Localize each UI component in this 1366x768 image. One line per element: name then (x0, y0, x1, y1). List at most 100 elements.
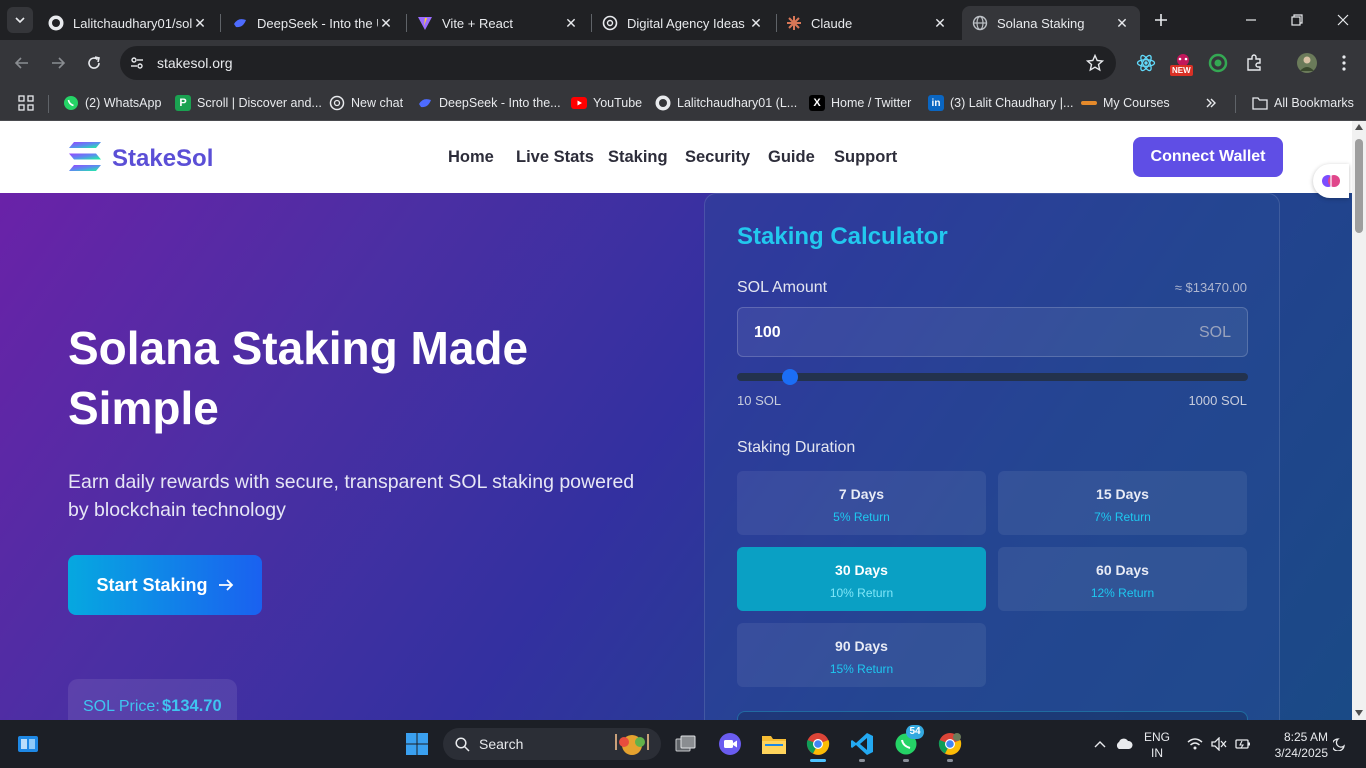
site-settings-icon[interactable] (129, 55, 145, 71)
slider-thumb[interactable] (781, 369, 798, 385)
bookmark-twitter[interactable]: X Home / Twitter (809, 92, 911, 114)
duration-option-15[interactable]: 15 Days 7% Return (998, 471, 1247, 535)
extension-floating-button[interactable] (1313, 164, 1349, 198)
close-icon[interactable]: ✕ (563, 15, 579, 31)
search-placeholder: Search (479, 736, 524, 752)
bookmark-youtube[interactable]: YouTube (571, 92, 642, 114)
close-icon[interactable]: ✕ (192, 15, 208, 31)
close-icon[interactable]: ✕ (1114, 15, 1130, 31)
scrollbar-thumb[interactable] (1355, 139, 1363, 233)
vscode-button[interactable] (846, 728, 878, 760)
scroll-down-icon[interactable] (1355, 710, 1363, 716)
folder-icon (1252, 95, 1268, 111)
globe-icon (972, 15, 988, 31)
show-hidden-icons-button[interactable] (1092, 728, 1108, 760)
whatsapp-running-indicator (903, 759, 909, 762)
url-text: stakesol.org (157, 55, 233, 71)
apps-grid-button[interactable] (18, 92, 34, 114)
new-tab-button[interactable] (1149, 8, 1173, 32)
onedrive-button[interactable] (1112, 728, 1136, 760)
reload-icon (88, 56, 100, 69)
chrome-taskbar-button[interactable] (802, 728, 834, 760)
chrome-profile-taskbar-button[interactable] (934, 728, 966, 760)
taskbar-search[interactable]: Search (443, 728, 661, 760)
nav-live-stats[interactable]: Live Stats (516, 148, 594, 167)
forward-button[interactable] (45, 50, 71, 76)
language-indicator[interactable]: ENG (1140, 730, 1174, 744)
task-view-button[interactable] (670, 728, 702, 760)
chrome-active-indicator (810, 759, 826, 762)
notifications-button[interactable] (1330, 728, 1350, 760)
scroll-up-icon[interactable] (1355, 124, 1363, 130)
wifi-icon (1187, 738, 1203, 750)
tab-github[interactable]: Lalitchaudhary01/sol ✕ (38, 6, 218, 40)
close-icon[interactable]: ✕ (378, 15, 394, 31)
file-explorer-button[interactable] (758, 728, 790, 760)
battery-button[interactable] (1232, 728, 1254, 760)
close-window-button[interactable] (1331, 8, 1355, 32)
tab-claude[interactable]: Claude ✕ (776, 6, 958, 40)
profile-avatar-icon[interactable] (1296, 52, 1318, 74)
meet-app-button[interactable] (714, 728, 746, 760)
slider-max-label: 1000 SOL (1188, 393, 1247, 408)
connect-wallet-button[interactable]: Connect Wallet (1133, 137, 1283, 177)
tab-digital-agency[interactable]: Digital Agency Ideas ✕ (592, 6, 774, 40)
extensions-puzzle-icon[interactable] (1243, 52, 1265, 74)
bookmark-linkedin[interactable]: in (3) Lalit Chaudhary |... (928, 92, 1073, 114)
whatsapp-taskbar-button[interactable]: 54 (890, 725, 924, 760)
start-staking-button[interactable]: Start Staking (68, 555, 262, 615)
sol-amount-slider[interactable] (737, 373, 1248, 381)
whatsapp-icon (63, 95, 79, 111)
stakesol-logo-icon[interactable] (68, 141, 102, 173)
close-icon[interactable]: ✕ (748, 15, 764, 31)
bookmark-github[interactable]: Lalitchaudhary01 (L... (655, 92, 797, 114)
new-badge: NEW (1170, 65, 1193, 76)
react-devtools-icon[interactable] (1135, 52, 1157, 74)
hero-section: Solana Staking Made Simple Earn daily re… (0, 193, 1352, 720)
nav-guide[interactable]: Guide (768, 148, 815, 167)
bookmarks-overflow-button[interactable] (1205, 92, 1217, 114)
restore-button[interactable] (1285, 8, 1309, 32)
widgets-button[interactable] (12, 728, 44, 760)
wifi-button[interactable] (1184, 728, 1206, 760)
tab-separator (220, 14, 221, 32)
tab-search-button[interactable] (7, 7, 33, 33)
bookmark-deepseek[interactable]: DeepSeek - Into the... (417, 92, 561, 114)
region-indicator[interactable]: IN (1140, 746, 1174, 760)
minimize-button[interactable] (1239, 8, 1263, 32)
nav-security[interactable]: Security (685, 148, 750, 167)
duration-option-60[interactable]: 60 Days 12% Return (998, 547, 1247, 611)
address-bar[interactable]: stakesol.org (120, 46, 1116, 80)
bookmark-whatsapp[interactable]: (2) WhatsApp (63, 92, 161, 114)
nav-support[interactable]: Support (834, 148, 897, 167)
bookmark-scroll[interactable]: P Scroll | Discover and... (175, 92, 322, 114)
extension-new-icon[interactable]: NEW (1170, 52, 1196, 76)
all-bookmarks-button[interactable]: All Bookmarks (1252, 92, 1354, 114)
search-icon (455, 737, 470, 752)
clock-date[interactable]: 3/24/2025 (1262, 746, 1328, 760)
tab-deepseek[interactable]: DeepSeek - Into the U ✕ (222, 6, 404, 40)
start-button[interactable] (401, 728, 433, 760)
duration-option-30[interactable]: 30 Days 10% Return (737, 547, 986, 611)
clock-time[interactable]: 8:25 AM (1262, 730, 1328, 744)
nav-staking[interactable]: Staking (608, 148, 668, 167)
bookmark-label: All Bookmarks (1274, 96, 1354, 110)
bookmark-my-courses[interactable]: My Courses (1081, 92, 1170, 114)
reload-button[interactable] (81, 50, 107, 76)
chrome-icon (806, 733, 830, 755)
page-scrollbar[interactable] (1352, 121, 1366, 720)
sol-amount-input[interactable]: 100 SOL (737, 307, 1248, 357)
green-extension-icon[interactable] (1207, 52, 1229, 74)
duration-option-7[interactable]: 7 Days 5% Return (737, 471, 986, 535)
duration-option-90[interactable]: 90 Days 15% Return (737, 623, 986, 687)
bookmark-new-chat[interactable]: New chat (329, 92, 403, 114)
close-icon[interactable]: ✕ (932, 15, 948, 31)
chrome-menu-icon[interactable] (1333, 52, 1355, 74)
bookmark-star-icon[interactable] (1086, 54, 1104, 72)
brand-name[interactable]: StakeSol (112, 145, 213, 173)
back-button[interactable] (9, 50, 35, 76)
volume-button[interactable] (1208, 728, 1230, 760)
tab-vite[interactable]: Vite + React ✕ (407, 6, 589, 40)
nav-home[interactable]: Home (448, 148, 494, 167)
tab-solana-staking[interactable]: Solana Staking ✕ (962, 6, 1140, 40)
